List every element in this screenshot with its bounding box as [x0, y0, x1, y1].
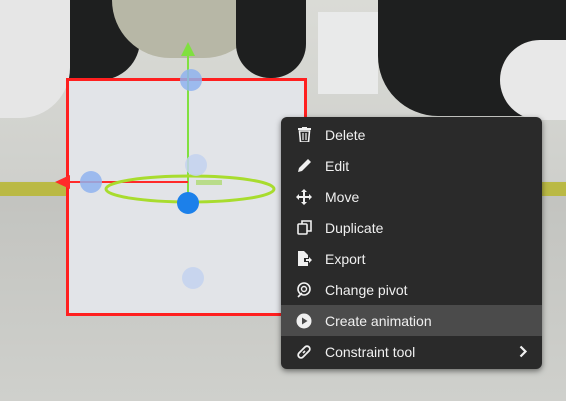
menu-item-move[interactable]: Move: [281, 181, 542, 212]
duplicate-icon: [296, 220, 312, 236]
move-arrows-icon: [296, 188, 312, 205]
menu-item-duplicate[interactable]: Duplicate: [281, 212, 542, 243]
menu-item-constraint-tool[interactable]: Constraint tool: [281, 336, 542, 367]
menu-item-label: Create animation: [325, 312, 432, 329]
top-scale-handle[interactable]: [180, 69, 202, 91]
trash-icon: [296, 127, 312, 143]
plane-handle: [196, 180, 222, 185]
link-icon: [296, 344, 312, 360]
bottom-scale-handle[interactable]: [182, 267, 204, 289]
pivot-handle[interactable]: [177, 192, 199, 214]
context-menu: Delete Edit Move Duplicate Export Change…: [281, 117, 542, 369]
3d-viewport[interactable]: Delete Edit Move Duplicate Export Change…: [0, 0, 566, 401]
menu-item-label: Change pivot: [325, 281, 408, 298]
menu-item-export[interactable]: Export: [281, 243, 542, 274]
center-scale-handle[interactable]: [185, 154, 207, 176]
menu-item-change-pivot[interactable]: Change pivot: [281, 274, 542, 305]
menu-item-edit[interactable]: Edit: [281, 150, 542, 181]
menu-item-label: Export: [325, 250, 366, 267]
menu-item-create-animation[interactable]: Create animation: [281, 305, 542, 336]
menu-item-label: Constraint tool: [325, 343, 416, 360]
menu-item-label: Edit: [325, 157, 350, 174]
export-icon: [296, 251, 312, 267]
play-circle-icon: [296, 313, 312, 329]
y-axis-arrowhead: [181, 42, 195, 56]
left-scale-handle[interactable]: [80, 171, 102, 193]
pivot-icon: [296, 281, 312, 298]
menu-item-label: Delete: [325, 126, 366, 143]
chevron-right-icon: [519, 345, 528, 363]
menu-item-label: Duplicate: [325, 219, 384, 236]
x-axis-arrowhead: [55, 175, 70, 189]
pencil-icon: [296, 158, 312, 174]
menu-item-delete[interactable]: Delete: [281, 119, 542, 150]
menu-item-label: Move: [325, 188, 360, 205]
